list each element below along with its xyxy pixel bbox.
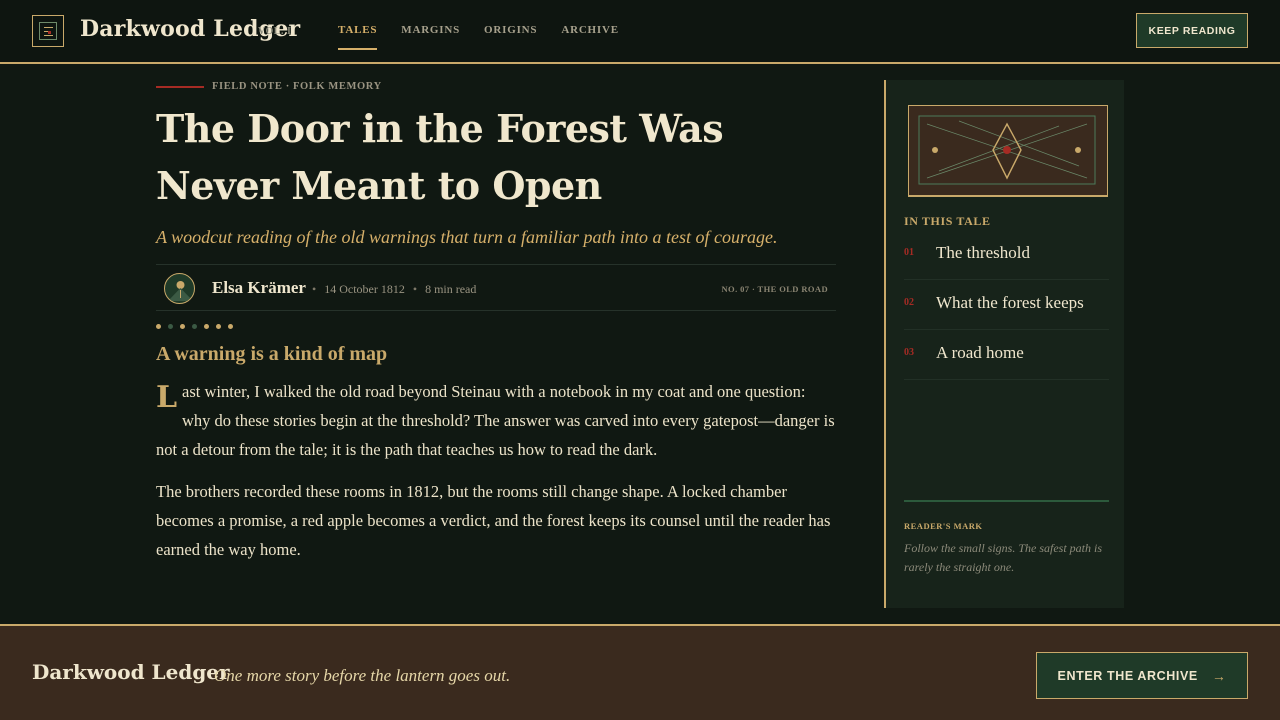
enter-archive-button[interactable]: ENTER THE ARCHIVE → [1036, 652, 1248, 699]
enter-archive-label: ENTER THE ARCHIVE [1057, 668, 1198, 683]
article-dek: A woodcut reading of the old warnings th… [156, 227, 778, 247]
ornament-dots [156, 324, 233, 329]
readers-mark-text: Follow the small signs. The safest path … [904, 541, 1103, 574]
toc-label: The threshold [936, 243, 1030, 262]
paragraph-text: ast winter, I walked the old road beyond… [156, 382, 835, 459]
toc-label: IN THIS TALE [904, 214, 991, 228]
nav-tales[interactable]: TALES [338, 24, 378, 50]
footer-tagline: One more story before the lantern goes o… [214, 666, 511, 685]
kicker-text: FIELD NOTE · FOLK MEMORY [212, 81, 382, 92]
toc-label: What the forest keeps [936, 293, 1084, 312]
site-header: Darkwood Ledger VOL. I TALES MARGINS ORI… [0, 0, 1280, 64]
meta-separator: • [412, 282, 418, 296]
logo-frame [39, 22, 57, 40]
menu-icon[interactable] [32, 15, 64, 47]
section-heading: A warning is a kind of map [156, 343, 388, 365]
toc-number: 03 [904, 347, 914, 358]
logo-bar [44, 35, 53, 36]
author-avatar[interactable] [164, 273, 195, 304]
footer-brand[interactable]: Darkwood Ledger [32, 660, 230, 684]
kicker-rule [156, 85, 204, 88]
nav-origins[interactable]: ORIGINS [484, 24, 537, 50]
table-of-contents: 01 The threshold 02 What the forest keep… [904, 230, 1109, 380]
toc-number: 01 [904, 247, 914, 258]
nav-margins[interactable]: MARGINS [401, 24, 460, 50]
meta-separator: • [312, 282, 317, 296]
article-paragraph: The brothers recorded these rooms in 181… [156, 482, 831, 559]
article-paragraph: Last winter, I walked the old road beyon… [156, 377, 836, 464]
ornament-dot [156, 324, 161, 329]
logo-bar [44, 27, 53, 28]
ornament-dot [192, 324, 197, 329]
site-footer: Darkwood Ledger One more story before th… [0, 624, 1280, 720]
logo-dot [48, 31, 51, 34]
publish-date: 14 October 1812 [324, 282, 405, 296]
keep-reading-button[interactable]: KEEP READING [1136, 13, 1248, 48]
ornament-dot [168, 324, 173, 329]
woodcut-graphic [918, 115, 1096, 185]
article-title: The Door in the Forest Was Never Meant t… [156, 106, 724, 208]
issue-label: NO. 07 · THE OLD ROAD [721, 284, 828, 294]
sidebar: IN THIS TALE 01 The threshold 02 What th… [884, 80, 1124, 608]
ornament-dot [180, 324, 185, 329]
byline: Elsa Krämer • 14 October 1812 • 8 min re… [156, 264, 836, 311]
toc-number: 02 [904, 297, 914, 308]
article-meta: • 14 October 1812 • 8 min read [312, 282, 476, 297]
main-nav: TALES MARGINS ORIGINS ARCHIVE [338, 24, 619, 50]
readers-mark-label: READER'S MARK [904, 521, 983, 531]
drop-cap: L [156, 380, 178, 415]
read-time: 8 min read [425, 282, 477, 296]
ornament-dot [204, 324, 209, 329]
author-name[interactable]: Elsa Krämer [212, 278, 306, 298]
toc-label: A road home [936, 343, 1024, 362]
ornament-dot [216, 324, 221, 329]
avatar-illustration [168, 281, 193, 301]
volume-label: VOL. I [258, 26, 292, 37]
article-kicker: FIELD NOTE · FOLK MEMORY [156, 81, 382, 92]
toc-item-threshold[interactable]: 01 The threshold [904, 230, 1109, 280]
ornament-dot [228, 324, 233, 329]
toc-item-forest[interactable]: 02 What the forest keeps [904, 280, 1109, 330]
nav-archive[interactable]: ARCHIVE [561, 24, 619, 50]
woodcut-illustration [908, 105, 1108, 197]
arrow-right-icon: → [1211, 667, 1227, 684]
sidebar-divider [904, 500, 1109, 502]
toc-item-road-home[interactable]: 03 A road home [904, 330, 1109, 380]
